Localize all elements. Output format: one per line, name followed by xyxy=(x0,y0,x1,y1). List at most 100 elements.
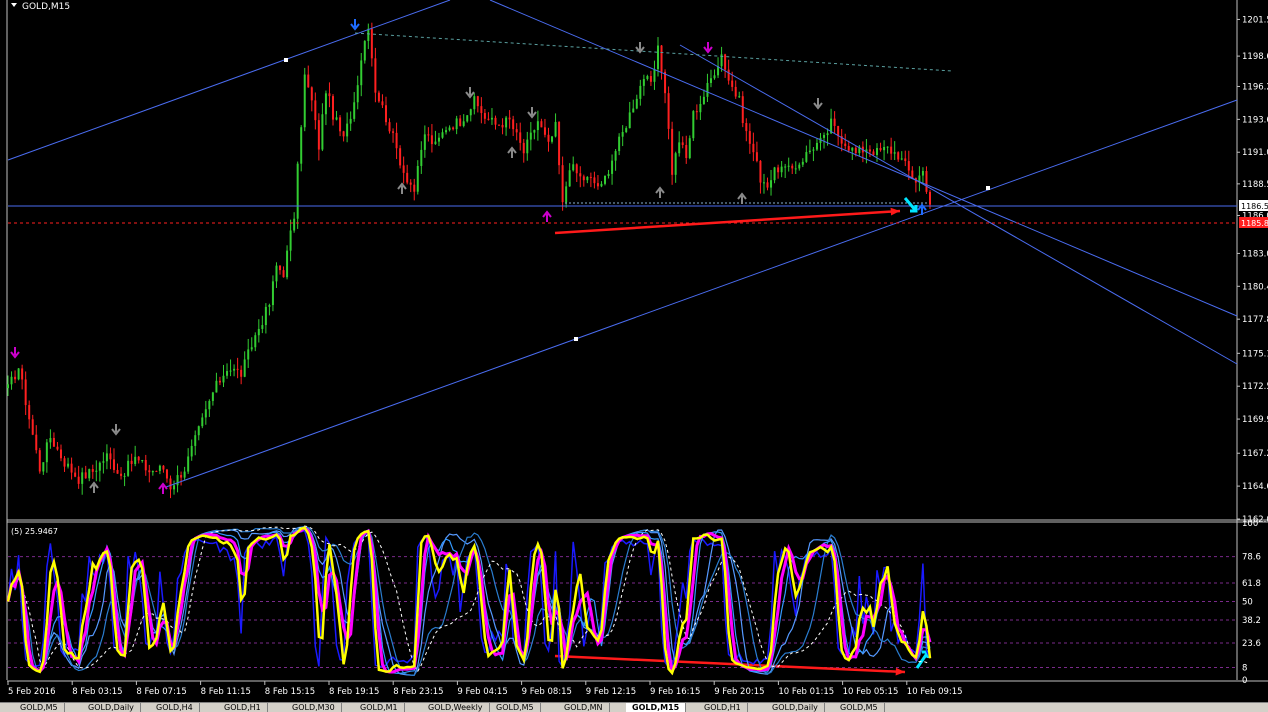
candle-body xyxy=(724,54,727,70)
candle-body xyxy=(88,469,91,479)
candle-body xyxy=(515,129,518,133)
candle-body xyxy=(501,124,504,128)
candle-body xyxy=(734,86,737,97)
indicator-tick-label: 38.2 xyxy=(1242,616,1261,626)
candle-body xyxy=(84,472,87,479)
candle-body xyxy=(794,168,797,170)
candle-body xyxy=(10,376,13,385)
candle-body xyxy=(483,113,486,119)
candle-body xyxy=(250,347,253,350)
candle-body xyxy=(547,134,550,142)
candle-body xyxy=(476,96,479,107)
candle-body xyxy=(738,96,741,98)
candle-body xyxy=(367,28,370,42)
candle-body xyxy=(38,450,41,472)
candle-body xyxy=(727,69,730,81)
candle-body xyxy=(883,146,886,151)
time-tick-label: 8 Feb 15:15 xyxy=(265,687,315,697)
candle-body xyxy=(667,93,670,129)
indicator-tick-label: 61.8 xyxy=(1242,579,1261,589)
channel-anchor-point xyxy=(284,58,288,62)
candle-body xyxy=(911,170,914,179)
candle-body xyxy=(406,172,409,183)
candle-body xyxy=(67,463,70,467)
candle-body xyxy=(815,142,818,150)
candle-body xyxy=(529,132,532,140)
candle-body xyxy=(109,453,112,460)
indicator-tick-label: 8 xyxy=(1242,663,1247,673)
candle-body xyxy=(462,121,465,126)
candle-body xyxy=(823,135,826,138)
candle-body xyxy=(448,127,451,131)
indicator-label: (5) 25.9467 xyxy=(11,527,58,536)
candle-body xyxy=(420,149,423,166)
candle-body xyxy=(243,359,246,377)
candle-body xyxy=(678,142,681,154)
candle-body xyxy=(423,134,426,150)
candle-body xyxy=(42,462,45,472)
candle-body xyxy=(876,148,879,155)
candle-body xyxy=(639,85,642,99)
candle-body xyxy=(74,472,77,477)
candle-body xyxy=(134,456,137,464)
candle-body xyxy=(95,470,98,472)
candle-body xyxy=(409,182,412,185)
chart-background xyxy=(0,0,1268,711)
candle-body xyxy=(261,325,264,329)
candle-body xyxy=(437,137,440,142)
time-tick-label: 8 Feb 07:15 xyxy=(136,687,186,697)
candle-body xyxy=(427,134,430,136)
candle-body xyxy=(755,152,758,161)
price-tick-label: 1172.5 xyxy=(1242,382,1268,392)
candle-body xyxy=(607,173,610,176)
time-tick-label: 8 Feb 19:15 xyxy=(329,687,379,697)
candle-body xyxy=(24,379,27,406)
candle-body xyxy=(381,101,384,106)
chart-title: GOLD,M15 xyxy=(22,2,70,12)
candle-body xyxy=(187,456,190,472)
candle-body xyxy=(197,426,200,436)
candle-body xyxy=(127,460,130,476)
candle xyxy=(17,368,20,381)
candle-body xyxy=(551,136,554,142)
time-tick-label: 5 Feb 2016 xyxy=(8,687,56,697)
candle-body xyxy=(335,117,338,120)
candle-body xyxy=(752,143,755,153)
candle-body xyxy=(356,85,359,103)
price-tick-label: 1177.8 xyxy=(1242,315,1268,325)
candle-body xyxy=(81,472,84,484)
candle-body xyxy=(731,80,734,87)
candle-body xyxy=(349,118,352,124)
candle-body xyxy=(632,108,635,113)
candle-body xyxy=(784,166,787,168)
candle-body xyxy=(190,445,193,457)
candle-body xyxy=(282,270,285,278)
channel-anchor-point xyxy=(986,186,990,190)
candle-body xyxy=(204,409,207,418)
candle-body xyxy=(307,74,310,88)
candle-body xyxy=(565,186,568,203)
candle-body xyxy=(413,184,416,192)
candle-body xyxy=(512,119,515,130)
candle-body xyxy=(236,368,239,370)
candle-body xyxy=(310,87,313,101)
candle-body xyxy=(900,158,903,160)
candle-body xyxy=(798,164,801,169)
price-tick-label: 1191.0 xyxy=(1242,148,1268,158)
candle-body xyxy=(646,76,649,80)
candle-body xyxy=(112,459,115,470)
price-tick-label: 1167.2 xyxy=(1242,449,1268,459)
candle-body xyxy=(28,405,31,420)
chart-area[interactable]: 1201.5 1198.6 1196.2 1193.6 1191.0 1188.5 1186… xyxy=(0,0,1268,711)
candle-body xyxy=(770,180,773,188)
candle-body xyxy=(522,142,525,154)
price-tick-label: 1183.0 xyxy=(1242,249,1268,259)
candle-body xyxy=(289,230,292,251)
candle-body xyxy=(324,93,327,115)
candle-body xyxy=(561,165,564,203)
candle-body xyxy=(286,250,289,278)
candle-body xyxy=(268,305,271,307)
candle-body xyxy=(593,177,596,184)
candle-body xyxy=(314,100,317,121)
candle-body xyxy=(586,176,589,181)
